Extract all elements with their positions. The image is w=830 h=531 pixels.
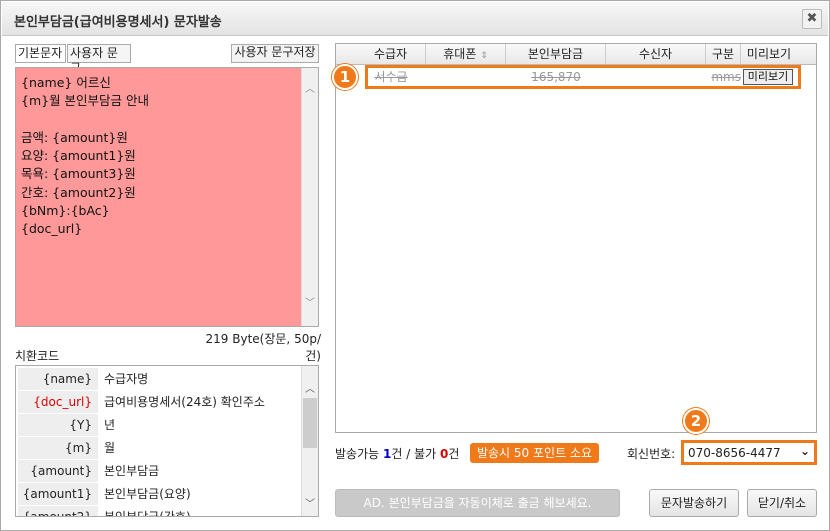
scroll-down-icon[interactable]: ﹀ [302,495,318,510]
save-user-phrase-button[interactable]: 사용자 문구저장 [231,44,319,63]
code-value: 본인부담금(간호) [104,510,191,517]
step-badge-2: 2 [683,408,709,434]
send-status: 발송가능 1건 / 불가 0건 [335,446,459,462]
list-header: 수급자 휴대폰 ⇕ 본인부담금 수신자 구분 미리보기 [336,44,816,65]
scroll-up-icon[interactable]: ︿ [302,380,318,395]
reply-number-value: 070-8656-4477 [688,446,781,460]
dialog-title: 본인부담금(급여비용명세서) 문자발송 [14,15,222,30]
code-value: 년 [104,418,116,432]
header-phone[interactable]: 휴대폰 ⇕ [426,44,506,64]
code-key: {Y} [18,414,98,436]
code-row[interactable]: {amount1} 본인부담금(요양) [18,483,302,506]
scroll-down-icon[interactable]: ﹀ [302,296,318,312]
reply-number-select[interactable]: 070-8656-4477 ⌄ [681,440,817,465]
header-receiver[interactable]: 수신자 [606,44,706,64]
code-key: {name} [18,368,98,390]
code-row[interactable]: {Y} 년 [18,414,302,437]
scroll-up-icon[interactable]: ︿ [302,82,318,98]
code-value: 본인부담금(요양) [104,487,191,501]
code-value: 본인부담금 [104,464,160,478]
code-row[interactable]: {doc_url} 급여비용명세서(24호) 확인주소 [18,391,302,414]
status-prefix: 발송가능 [335,447,383,461]
tab-user-phrase[interactable]: 사용자 문구 [67,44,131,75]
message-scrollbar[interactable]: ︿ ﹀ [301,68,318,326]
cost-badge: 발송시 50 포인트 소요 [470,443,599,463]
code-key: {m} [18,437,98,459]
code-value: 수급자명 [104,372,149,386]
chevron-down-icon: ⌄ [799,444,810,458]
close-cancel-button[interactable]: 닫기/취소 [747,489,817,517]
sort-icon: ⇕ [480,51,488,61]
code-key: {amount1} [18,483,98,505]
header-recipient[interactable]: 수급자 [356,44,426,64]
message-textarea[interactable]: {name} 어르신 {m}월 본인부담금 안내 금액: {amount}원 요… [15,67,319,327]
header-type[interactable]: 구분 [706,44,741,64]
status-mid: 건 / 불가 [391,447,440,461]
ad-autopay-button[interactable]: AD. 본인부담금을 자동이체로 출금 해보세요. [335,489,620,517]
code-key: {amount2} [18,506,98,516]
header-preview[interactable]: 미리보기 [741,44,797,64]
code-row[interactable]: {name} 수급자명 [18,368,302,391]
substitution-code-label: 치환코드 [15,349,60,363]
close-icon[interactable]: ✖ [802,9,822,29]
scrollbar-thumb[interactable] [303,398,317,448]
recipient-list: 수급자 휴대폰 ⇕ 본인부담금 수신자 구분 미리보기 서수금 165,870 … [335,43,817,433]
sms-dialog: 본인부담금(급여비용명세서) 문자발송 ✖ 기본문자 사용자 문구 사용자 문구… [0,0,830,531]
row-highlight-box [365,65,801,89]
header-phone-label: 휴대폰 [443,47,477,61]
code-row[interactable]: {amount2} 본인부담금(간호) [18,506,302,517]
status-suffix: 건 [448,447,460,461]
substitution-code-table: {name} 수급자명 {doc_url} 급여비용명세서(24호) 확인주소 … [15,365,319,517]
code-scrollbar[interactable]: ︿ ﹀ [301,366,318,516]
code-row[interactable]: {m} 월 [18,437,302,460]
message-text: {name} 어르신 {m}월 본인부담금 안내 금액: {amount}원 요… [21,75,150,237]
code-key: {doc_url} [18,391,98,413]
code-row[interactable]: {amount} 본인부담금 [18,460,302,483]
header-amount[interactable]: 본인부담금 [506,44,606,64]
byte-counter: 219 Byte(장문, 50p/건) [205,332,321,363]
code-value: 급여비용명세서(24호) 확인주소 [104,395,265,409]
reply-number-label: 회신번호: [627,447,676,461]
tab-basic-message[interactable]: 기본문자 [15,44,66,63]
code-value: 월 [104,441,116,455]
send-sms-button[interactable]: 문자발송하기 [649,489,739,517]
code-key: {amount} [18,460,98,482]
step-badge-1: 1 [332,64,358,90]
title-bar: 본인부담금(급여비용명세서) 문자발송 ✖ [2,2,828,36]
